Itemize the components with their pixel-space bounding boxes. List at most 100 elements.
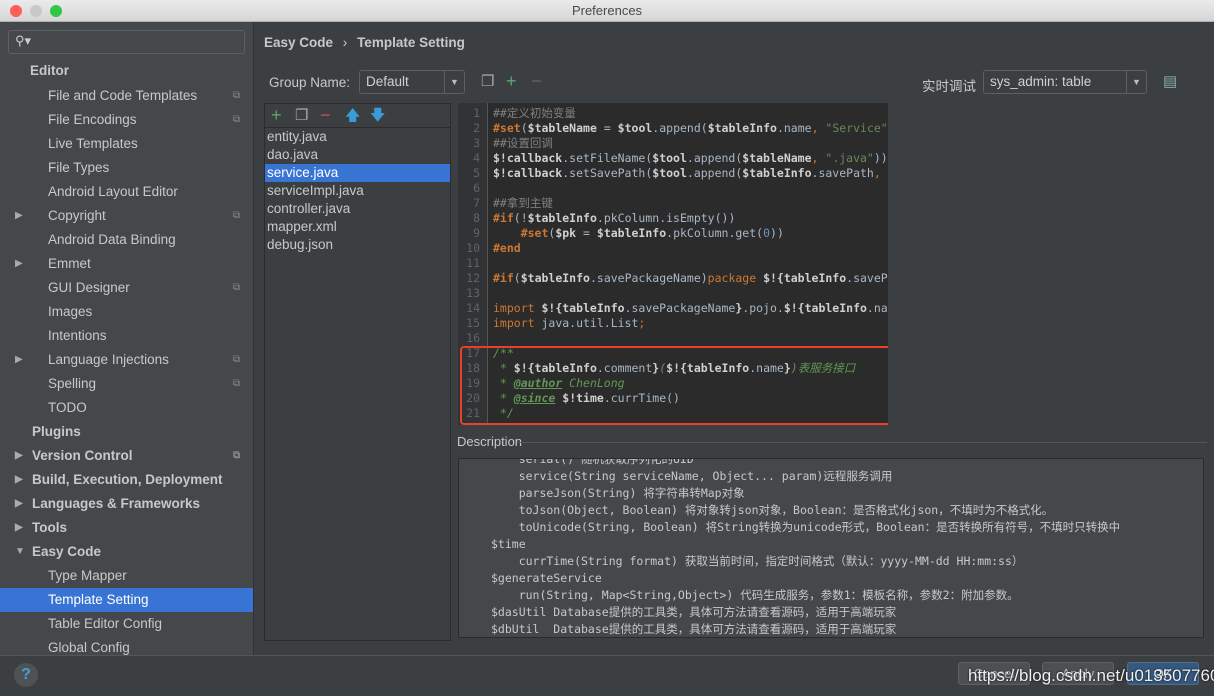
sidebar-item[interactable]: File Encodings ⧉ — [0, 108, 253, 132]
template-item[interactable]: serviceImpl.java — [265, 182, 450, 200]
sidebar-item[interactable]: File and Code Templates ⧉ — [0, 84, 253, 108]
sidebar-item-label: Tools — [32, 520, 67, 535]
description-line: serial() 随机获取序列化的UID — [491, 458, 694, 466]
chevron-down-icon: ▼ — [444, 71, 464, 93]
sidebar-item[interactable]: Spelling ⧉ — [0, 372, 253, 396]
close-window-button[interactable] — [10, 5, 22, 17]
editor-scrollbar[interactable] — [888, 103, 898, 425]
search-input[interactable]: ⚲▾ — [8, 30, 245, 54]
sidebar-item-label: Table Editor Config — [48, 616, 163, 631]
code-token: .setSavePath( — [562, 166, 653, 180]
copy-icon[interactable]: ❐ — [295, 108, 308, 124]
sidebar-item[interactable]: File Types — [0, 156, 253, 180]
sidebar-item[interactable]: Template Setting — [0, 588, 253, 612]
template-item[interactable]: mapper.xml — [265, 218, 450, 236]
sidebar-item[interactable]: ▶ Tools — [0, 516, 253, 540]
main-panel: Easy Code › Template Setting Group Name:… — [255, 22, 1214, 655]
sidebar-item[interactable]: ▶ Build, Execution, Deployment — [0, 468, 253, 492]
chevron-right-icon[interactable]: ▶ — [15, 492, 23, 516]
sidebar-item[interactable]: Type Mapper — [0, 564, 253, 588]
code-token: .name — [776, 121, 812, 135]
copy-group-icon[interactable]: ❐ — [481, 74, 494, 90]
code-token: $tableName — [527, 121, 597, 135]
sidebar-item[interactable]: ▼ Easy Code — [0, 540, 253, 564]
code-token: , — [873, 166, 888, 180]
sidebar-item[interactable]: Intentions — [0, 324, 253, 348]
chevron-right-icon[interactable]: ▶ — [15, 444, 23, 468]
chevron-down-icon: ▼ — [1126, 71, 1146, 93]
group-name-select[interactable]: Default ▼ — [359, 70, 465, 94]
line-number: 6 — [473, 181, 480, 195]
template-item[interactable]: service.java — [265, 164, 450, 182]
live-debug-select[interactable]: sys_admin: table ▼ — [983, 70, 1147, 94]
template-item[interactable]: debug.json — [265, 236, 450, 254]
code-token: $!callback — [493, 166, 563, 180]
sidebar-item[interactable]: Editor — [0, 59, 253, 83]
sidebar-item[interactable]: Global Config — [0, 636, 253, 655]
code-token: ; — [638, 316, 646, 330]
help-button[interactable]: ? — [14, 663, 38, 687]
line-number: 1 — [473, 106, 480, 120]
window-title: Preferences — [571, 3, 643, 18]
code-line: import $!{tableInfo.savePackageName}.poj… — [493, 301, 898, 316]
breadcrumb: Easy Code › Template Setting — [264, 35, 465, 50]
code-token: $tableInfo — [596, 226, 667, 240]
sidebar-item-label: Languages & Frameworks — [32, 496, 201, 511]
sidebar-item[interactable]: TODO — [0, 396, 253, 420]
sidebar-item[interactable]: ▶ Version Control ⧉ — [0, 444, 253, 468]
line-number: 5 — [473, 166, 480, 180]
zoom-window-button[interactable] — [50, 5, 62, 17]
sidebar-item[interactable]: GUI Designer ⧉ — [0, 276, 253, 300]
breadcrumb-parent[interactable]: Easy Code — [264, 35, 333, 50]
sidebar-item[interactable]: ▶ Copyright ⧉ — [0, 204, 253, 228]
description-panel[interactable]: serial() 随机获取序列化的UID service(String serv… — [458, 458, 1204, 638]
project-scope-icon: ⧉ — [233, 378, 241, 389]
code-line: #set($pk = $tableInfo.pkColumn.get(0)) — [493, 226, 784, 241]
chevron-right-icon[interactable]: ▶ — [15, 468, 23, 492]
code-token: ##设置回调 — [493, 136, 553, 150]
sidebar-item-label: Live Templates — [48, 136, 138, 151]
description-line: run(String, Map<String,Object>) 代码生成服务，参… — [491, 588, 1019, 602]
sidebar-item-label: File and Code Templates — [48, 88, 198, 103]
template-item[interactable]: dao.java — [265, 146, 450, 164]
sidebar-item[interactable]: Plugins — [0, 420, 253, 444]
code-token: import — [493, 301, 542, 315]
sidebar-item[interactable]: ▶ Language Injections ⧉ — [0, 348, 253, 372]
move-up-icon[interactable]: 🡅 — [345, 108, 360, 124]
chevron-right-icon[interactable]: ▶ — [15, 204, 23, 228]
code-token: .savePath — [811, 166, 874, 180]
remove-group-icon[interactable]: − — [531, 72, 542, 90]
line-number: 3 — [473, 136, 480, 150]
line-number: 2 — [473, 121, 480, 135]
template-item[interactable]: controller.java — [265, 200, 450, 218]
sidebar-item[interactable]: ▶ Languages & Frameworks — [0, 492, 253, 516]
sidebar-item[interactable]: Android Layout Editor — [0, 180, 253, 204]
sidebar-item[interactable]: Images — [0, 300, 253, 324]
project-scope-icon: ⧉ — [233, 450, 241, 461]
move-down-icon[interactable]: 🡇 — [370, 108, 385, 124]
add-group-icon[interactable]: + — [506, 72, 517, 90]
sidebar-item[interactable]: Table Editor Config — [0, 612, 253, 636]
minimize-window-button[interactable] — [30, 5, 42, 17]
project-scope-icon: ⧉ — [233, 282, 241, 293]
settings-sidebar: ⚲▾ Editor File and Code Templates ⧉ File En… — [0, 22, 254, 655]
code-token: $!{tableInfo — [541, 301, 625, 315]
remove-icon[interactable]: − — [320, 106, 331, 124]
sidebar-item-label: Language Injections — [48, 352, 169, 367]
template-code-editor[interactable]: 1 2 3 4 5 6 7 8 9 10 11 12 13 14 15 16 17 18 19 20 21 ##定义初始… — [458, 103, 898, 425]
add-icon[interactable]: + — [271, 106, 282, 124]
chevron-down-icon[interactable]: ▼ — [15, 540, 25, 564]
code-line: ##定义初始变量 — [493, 106, 576, 121]
sidebar-item[interactable]: ▶ Emmet — [0, 252, 253, 276]
chevron-right-icon[interactable]: ▶ — [15, 516, 23, 540]
chevron-right-icon[interactable]: ▶ — [15, 252, 23, 276]
live-debug-value: sys_admin: table — [990, 74, 1092, 89]
sidebar-item[interactable]: Live Templates — [0, 132, 253, 156]
sidebar-item-label: Spelling — [48, 376, 97, 391]
code-line: ##设置回调 — [493, 136, 553, 151]
project-scope-icon: ⧉ — [233, 90, 241, 101]
sidebar-item[interactable]: Android Data Binding — [0, 228, 253, 252]
chevron-right-icon[interactable]: ▶ — [15, 348, 23, 372]
template-item[interactable]: entity.java — [265, 128, 450, 146]
preview-icon[interactable]: ▤ — [1163, 74, 1177, 90]
